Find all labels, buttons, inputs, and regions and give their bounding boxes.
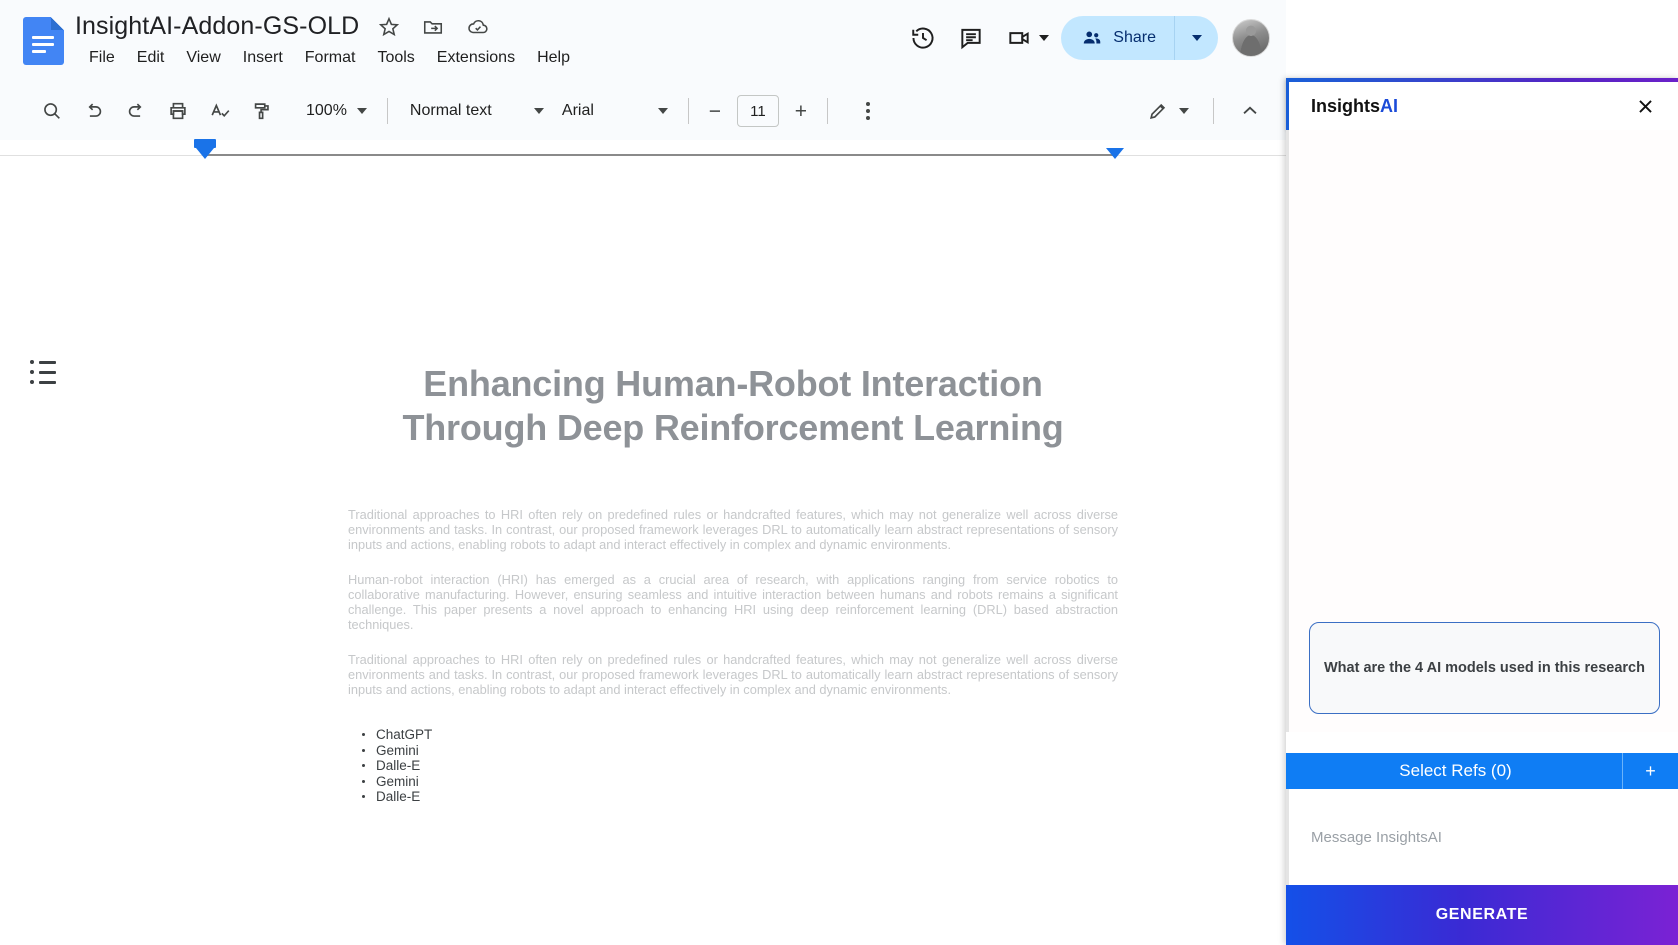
list-item: Dalle-E: [358, 789, 1118, 805]
font-family-dropdown[interactable]: Arial: [552, 94, 676, 128]
print-icon[interactable]: [158, 91, 198, 131]
move-to-folder-icon[interactable]: [422, 16, 444, 38]
title-icon-group: [378, 16, 490, 38]
menu-item-insert[interactable]: Insert: [232, 47, 294, 69]
list-item: ChatGPT: [358, 727, 1118, 743]
star-icon[interactable]: [378, 16, 400, 38]
panel-title: InsightsAI: [1311, 96, 1398, 117]
menu-item-view[interactable]: View: [175, 47, 231, 69]
collapse-toolbar-button[interactable]: [1230, 91, 1270, 131]
document-bullet-list: ChatGPT Gemini Dalle-E Gemini Dalle-E: [348, 727, 1118, 805]
app-root: InsightAI-Addon-GS-OLD File Edit View In…: [0, 0, 1678, 945]
menu-item-format[interactable]: Format: [294, 47, 367, 69]
list-item: Dalle-E: [358, 758, 1118, 774]
spellcheck-icon[interactable]: [200, 91, 240, 131]
google-docs-logo-icon: [23, 17, 64, 65]
share-button-label: Share: [1113, 29, 1156, 47]
menu-item-file[interactable]: File: [78, 47, 126, 69]
share-dropdown-button[interactable]: [1174, 16, 1218, 60]
undo-icon[interactable]: [74, 91, 114, 131]
message-input[interactable]: Message InsightsAI: [1286, 789, 1678, 885]
chevron-down-icon: [1179, 108, 1189, 114]
docs-top-bar: InsightAI-Addon-GS-OLD File Edit View In…: [0, 0, 1286, 82]
document-outline-icon[interactable]: [30, 360, 58, 390]
chat-message-text: What are the 4 AI models used in this re…: [1324, 660, 1645, 676]
meet-dropdown-caret-icon[interactable]: [1039, 35, 1049, 41]
toolbar-divider: [827, 98, 828, 124]
chat-message-bubble[interactable]: What are the 4 AI models used in this re…: [1309, 622, 1660, 714]
ruler-active-range: [205, 154, 1115, 156]
video-camera-icon[interactable]: [995, 14, 1043, 62]
document-page[interactable]: Enhancing Human-Robot Interaction Throug…: [0, 162, 1286, 945]
panel-conversation-area[interactable]: What are the 4 AI models used in this re…: [1286, 130, 1678, 732]
toolbar-right-group: [1139, 91, 1286, 131]
kebab-more-icon[interactable]: [854, 102, 882, 120]
menu-item-edit[interactable]: Edit: [126, 47, 176, 69]
select-refs-bar: Select Refs (0) +: [1286, 753, 1678, 789]
chevron-down-icon: [357, 108, 367, 114]
document-content[interactable]: Enhancing Human-Robot Interaction Throug…: [348, 162, 1118, 805]
chevron-down-icon: [658, 108, 668, 114]
font-size-input[interactable]: 11: [737, 95, 779, 127]
font-family-value: Arial: [562, 102, 594, 120]
chevron-down-icon: [1192, 35, 1202, 41]
top-right-actions: Share: [899, 8, 1270, 68]
decrease-font-size-button[interactable]: −: [701, 97, 729, 125]
font-size-stepper: − 11 +: [701, 95, 815, 127]
panel-header: InsightsAI: [1286, 78, 1678, 130]
avatar[interactable]: [1232, 19, 1270, 57]
increase-font-size-button[interactable]: +: [787, 97, 815, 125]
toolbar-divider: [688, 98, 689, 124]
message-input-placeholder: Message InsightsAI: [1311, 829, 1442, 846]
list-item: Gemini: [358, 774, 1118, 790]
menu-item-help[interactable]: Help: [526, 47, 581, 69]
panel-title-accent: AI: [1380, 96, 1398, 116]
version-history-icon[interactable]: [899, 14, 947, 62]
menu-item-extensions[interactable]: Extensions: [426, 47, 526, 69]
generate-button[interactable]: GENERATE: [1286, 885, 1678, 945]
document-title[interactable]: InsightAI-Addon-GS-OLD: [75, 12, 359, 41]
zoom-level-value: 100%: [306, 102, 347, 120]
list-item: Gemini: [358, 743, 1118, 759]
zoom-level-dropdown[interactable]: 100%: [294, 94, 375, 128]
google-docs-window: InsightAI-Addon-GS-OLD File Edit View In…: [0, 0, 1286, 945]
share-button[interactable]: Share: [1061, 16, 1174, 60]
add-ref-button[interactable]: +: [1622, 753, 1678, 789]
docs-menu-bar: File Edit View Insert Format Tools Exten…: [78, 47, 581, 69]
document-ruler[interactable]: [0, 140, 1286, 162]
docs-toolbar: 100% Normal text Arial − 11 +: [0, 82, 1286, 140]
panel-title-primary: Insights: [1311, 96, 1380, 116]
document-paragraph: Traditional approaches to HRI often rely…: [348, 507, 1118, 552]
cloud-saved-icon[interactable]: [466, 16, 490, 38]
insights-ai-panel: InsightsAI What are the 4 AI models used…: [1286, 78, 1678, 945]
menu-item-tools[interactable]: Tools: [366, 47, 425, 69]
chevron-down-icon: [534, 108, 544, 114]
document-paragraph: Human-robot interaction (HRI) has emerge…: [348, 572, 1118, 632]
select-refs-button[interactable]: Select Refs (0): [1289, 753, 1622, 789]
document-paragraph: Traditional approaches to HRI often rely…: [348, 652, 1118, 697]
toolbar-divider: [387, 98, 388, 124]
search-icon[interactable]: [32, 91, 72, 131]
paragraph-style-dropdown[interactable]: Normal text: [400, 94, 552, 128]
toolbar-divider: [1213, 98, 1214, 124]
paragraph-style-value: Normal text: [410, 102, 492, 120]
page-title: Enhancing Human-Robot Interaction Throug…: [348, 362, 1118, 450]
comment-icon[interactable]: [947, 14, 995, 62]
close-icon[interactable]: [1630, 91, 1660, 121]
editing-mode-dropdown[interactable]: [1139, 100, 1197, 122]
paint-format-icon[interactable]: [242, 91, 282, 131]
redo-icon[interactable]: [116, 91, 156, 131]
